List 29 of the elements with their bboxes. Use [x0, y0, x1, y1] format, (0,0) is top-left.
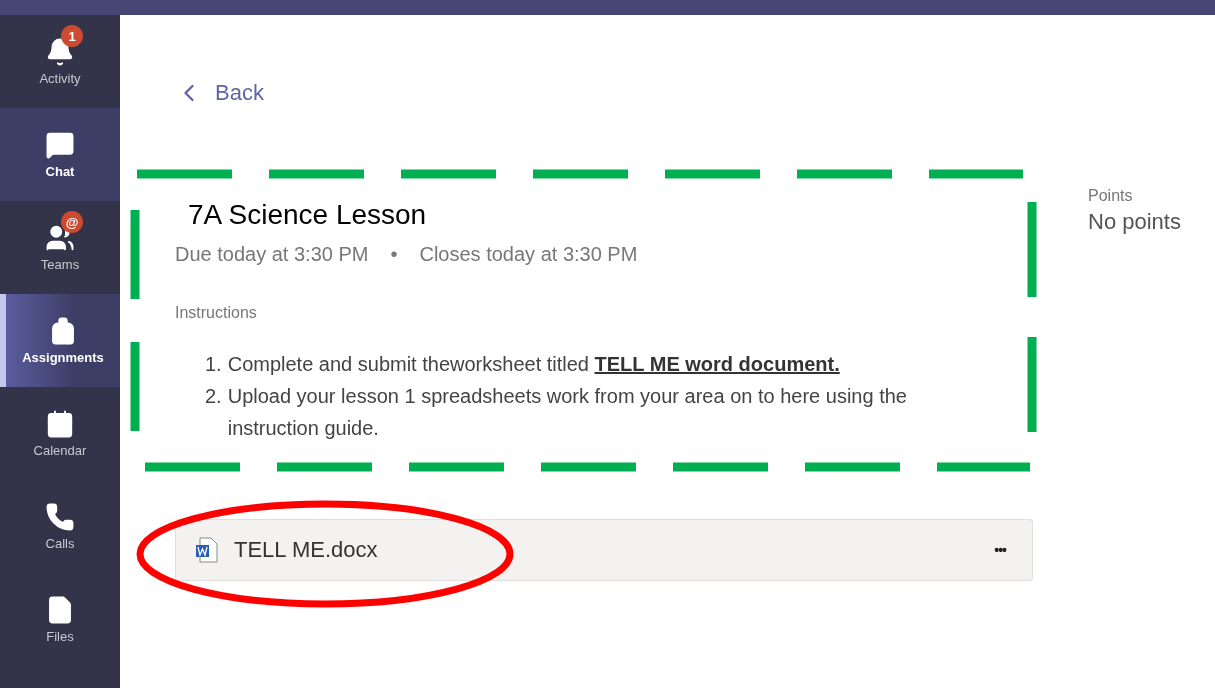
- document-link[interactable]: TELL ME word document.: [594, 353, 840, 375]
- back-button[interactable]: Back: [175, 79, 264, 107]
- sidebar-item[interactable]: 1 Activity: [0, 15, 120, 108]
- instruction-text: Complete and submit theworksheet titled TELL ME word document.: [227, 352, 840, 377]
- more-options-button[interactable]: •••: [988, 541, 1012, 559]
- phone-icon: [45, 502, 75, 532]
- file-name: TELL ME.docx: [234, 537, 379, 563]
- points-label: Points: [1088, 187, 1134, 205]
- list-number: 1.: [205, 352, 222, 377]
- sidebar-item[interactable]: Calls: [0, 480, 120, 573]
- sidebar-item[interactable]: Calendar: [0, 387, 120, 480]
- assignment-title: 7A Science Lesson: [188, 199, 428, 231]
- sidebar-item[interactable]: Assignments: [0, 294, 120, 387]
- notification-badge: 1: [61, 25, 83, 47]
- list-number: 2.: [205, 384, 222, 409]
- points-value: No points: [1088, 209, 1181, 235]
- instructions-label: Instructions: [175, 303, 258, 323]
- close-date: Closes today at 3:30 PM: [419, 242, 638, 267]
- calendar-icon: [45, 409, 75, 439]
- attachment-card[interactable]: TELL ME.docx •••: [175, 519, 1033, 581]
- instruction-text: Upload your lesson 1 spreadsheets work from your area on to here using the instruction guide.: [227, 384, 908, 441]
- due-date: Due today at 3:30 PM: [175, 242, 369, 267]
- word-document-icon: [196, 537, 218, 563]
- sidebar-item[interactable]: Chat: [0, 108, 120, 201]
- separator-dot: •: [390, 242, 398, 267]
- chat-icon: [45, 130, 75, 160]
- notification-badge: @: [61, 211, 83, 233]
- sidebar-item[interactable]: Files: [0, 573, 120, 666]
- sidebar-item[interactable]: @ Teams: [0, 201, 120, 294]
